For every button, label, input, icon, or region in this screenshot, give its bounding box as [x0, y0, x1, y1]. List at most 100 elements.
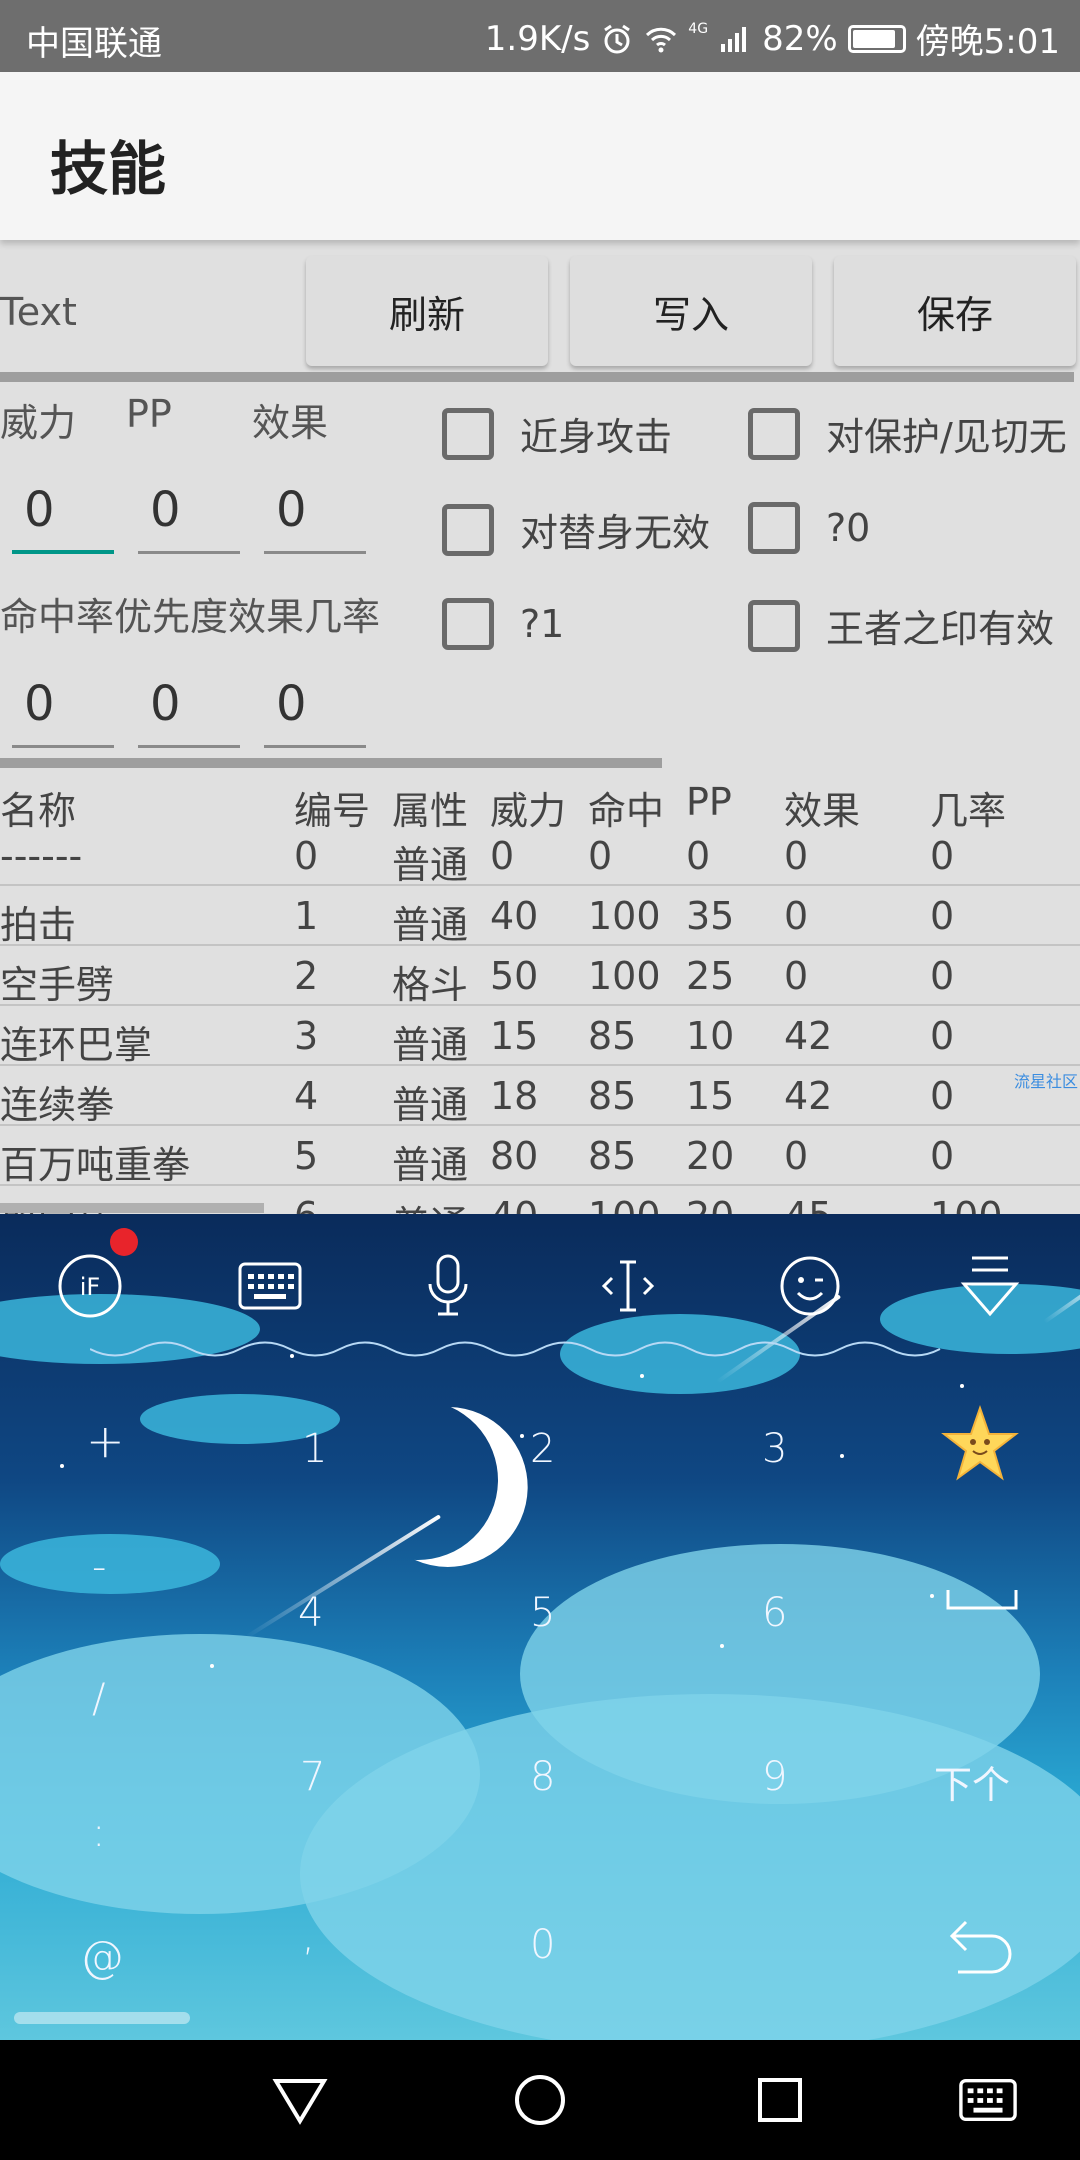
- checkbox-box[interactable]: [442, 407, 494, 460]
- checkbox-box[interactable]: [442, 503, 494, 556]
- table-row[interactable]: 连续拳 4 普通 18 85 15 42 0: [0, 1066, 1080, 1127]
- checkbox-q0[interactable]: ?0: [748, 502, 870, 554]
- microphone-icon[interactable]: [412, 1250, 484, 1322]
- star-decoration: [840, 1454, 844, 1458]
- checkbox-box[interactable]: [748, 502, 800, 554]
- cell-effect: 0: [784, 1134, 809, 1178]
- cell-chance: 0: [930, 954, 955, 998]
- priority-input[interactable]: 0: [138, 668, 240, 748]
- checkbox-substitute[interactable]: 对替身无效: [442, 502, 710, 557]
- keyboard-switch-icon[interactable]: [958, 2070, 1018, 2130]
- meteor-decoration: [243, 1514, 442, 1640]
- chance-input[interactable]: 0: [264, 668, 366, 748]
- skills-table[interactable]: 名称 编号 属性 威力 命中 PP 效果 几率 ------ 0 普通 0 0 …: [0, 770, 1080, 1215]
- cell-accuracy: 85: [588, 1134, 637, 1178]
- cell-accuracy: 85: [588, 1014, 637, 1058]
- key-8[interactable]: 8: [530, 1754, 555, 1800]
- enter-icon[interactable]: [944, 1912, 1020, 1976]
- star-decoration: [930, 1594, 934, 1598]
- cell-name: 连续拳: [0, 1083, 115, 1127]
- cell-type: 普通: [392, 1023, 469, 1067]
- cell-name: ------: [0, 834, 83, 878]
- checkbox-box[interactable]: [748, 407, 800, 460]
- cell-effect: 0: [784, 894, 809, 938]
- table-row[interactable]: 拍击 1 普通 40 100 35 0 0: [0, 886, 1080, 947]
- hearts-garland-decoration: [90, 1341, 941, 1357]
- cell-pp: 35: [686, 894, 735, 938]
- table-row[interactable]: 百万吨重拳 5 普通 80 85 20 0 0: [0, 1126, 1080, 1187]
- cell-type: 格斗: [392, 963, 469, 1007]
- effect-label: 效果: [252, 401, 329, 445]
- home-icon[interactable]: [510, 2070, 570, 2130]
- key-at[interactable]: @: [80, 1932, 124, 1983]
- checkbox-kings-rock[interactable]: 王者之印有效: [748, 598, 1054, 653]
- write-button[interactable]: 写入: [570, 256, 812, 366]
- checkbox-contact[interactable]: 近身攻击: [442, 406, 672, 461]
- xunfei-logo-icon[interactable]: iF: [54, 1250, 126, 1322]
- key-comma[interactable]: ,: [302, 1914, 315, 1960]
- cell-power: 80: [490, 1134, 539, 1178]
- power-input[interactable]: 0: [12, 474, 114, 554]
- recents-icon[interactable]: [750, 2070, 810, 2130]
- key-6[interactable]: 6: [762, 1590, 787, 1636]
- cell-id: 6: [294, 1194, 318, 1215]
- star-decoration: [640, 1374, 644, 1378]
- cell-chance: 100: [930, 1194, 1003, 1215]
- star-decoration: [60, 1464, 64, 1468]
- cell-effect: 0: [784, 954, 809, 998]
- cell-chance: 0: [930, 1134, 955, 1178]
- refresh-button[interactable]: 刷新: [306, 256, 548, 366]
- table-row[interactable]: 连环巴掌 3 普通 15 85 10 42 0: [0, 1006, 1080, 1067]
- accuracy-input[interactable]: 0: [12, 668, 114, 748]
- key-slash[interactable]: /: [92, 1676, 105, 1722]
- table-header: 名称 编号 属性 威力 命中 PP 效果 几率: [0, 772, 1080, 833]
- cell-pp: 10: [686, 1014, 735, 1058]
- key-9[interactable]: 9: [762, 1754, 787, 1800]
- svg-text:iF: iF: [80, 1273, 100, 1301]
- space-icon[interactable]: [944, 1574, 1020, 1624]
- cell-pp: 20: [686, 1194, 734, 1215]
- checkbox-box[interactable]: [748, 599, 800, 652]
- network-type: 4G: [688, 20, 709, 37]
- key-1[interactable]: 1: [302, 1426, 327, 1472]
- cell-accuracy: 100: [588, 1194, 661, 1215]
- navigation-bar: [0, 2040, 1080, 2160]
- key-7[interactable]: 7: [300, 1754, 325, 1800]
- cell-accuracy: 100: [588, 954, 661, 998]
- emoji-icon[interactable]: [774, 1250, 846, 1322]
- keyboard-icon[interactable]: [234, 1250, 306, 1322]
- horizontal-scrollbar[interactable]: [0, 1203, 264, 1213]
- cell-power: 18: [490, 1074, 539, 1118]
- key-5[interactable]: 5: [530, 1590, 555, 1636]
- cell-id: 0: [294, 834, 319, 878]
- key-next[interactable]: 下个: [934, 1754, 1010, 1809]
- cloud-decoration: [0, 1534, 220, 1594]
- checkbox-protect[interactable]: 对保护/见切无: [748, 406, 1067, 461]
- cell-pp: 15: [686, 1074, 735, 1118]
- key-4[interactable]: 4: [298, 1590, 323, 1636]
- checkbox-box[interactable]: [442, 598, 494, 650]
- key-minus[interactable]: -: [92, 1544, 106, 1590]
- key-0[interactable]: 0: [530, 1922, 555, 1968]
- pp-input[interactable]: 0: [138, 474, 240, 554]
- network-speed: 1.9K/s: [484, 18, 591, 59]
- key-colon[interactable]: :: [92, 1810, 105, 1856]
- key-2[interactable]: 2: [530, 1426, 555, 1472]
- collapse-icon[interactable]: [954, 1250, 1026, 1322]
- save-button[interactable]: 保存: [834, 256, 1076, 366]
- checkbox-q1[interactable]: ?1: [442, 598, 564, 650]
- cell-accuracy: 100: [588, 894, 661, 938]
- cell-type: 普通: [392, 843, 469, 887]
- cell-name: 空手劈: [0, 963, 115, 1007]
- effect-input[interactable]: 0: [264, 474, 366, 554]
- back-icon[interactable]: [270, 2070, 330, 2130]
- table-row[interactable]: 空手劈 2 格斗 50 100 25 0 0: [0, 946, 1080, 1007]
- checkbox-q1-label: ?1: [520, 602, 565, 646]
- key-plus[interactable]: +: [86, 1414, 125, 1468]
- cursor-icon[interactable]: [592, 1250, 664, 1322]
- soft-keyboard[interactable]: iF + - / : @ 1 2 3 4 5 6 7 8 9 , 0 下个: [0, 1214, 1080, 2040]
- pp-label: PP: [126, 392, 172, 436]
- table-row[interactable]: ------ 0 普通 0 0 0 0 0: [0, 826, 1080, 887]
- key-3[interactable]: 3: [762, 1426, 787, 1472]
- checkbox-substitute-label: 对替身无效: [520, 511, 711, 555]
